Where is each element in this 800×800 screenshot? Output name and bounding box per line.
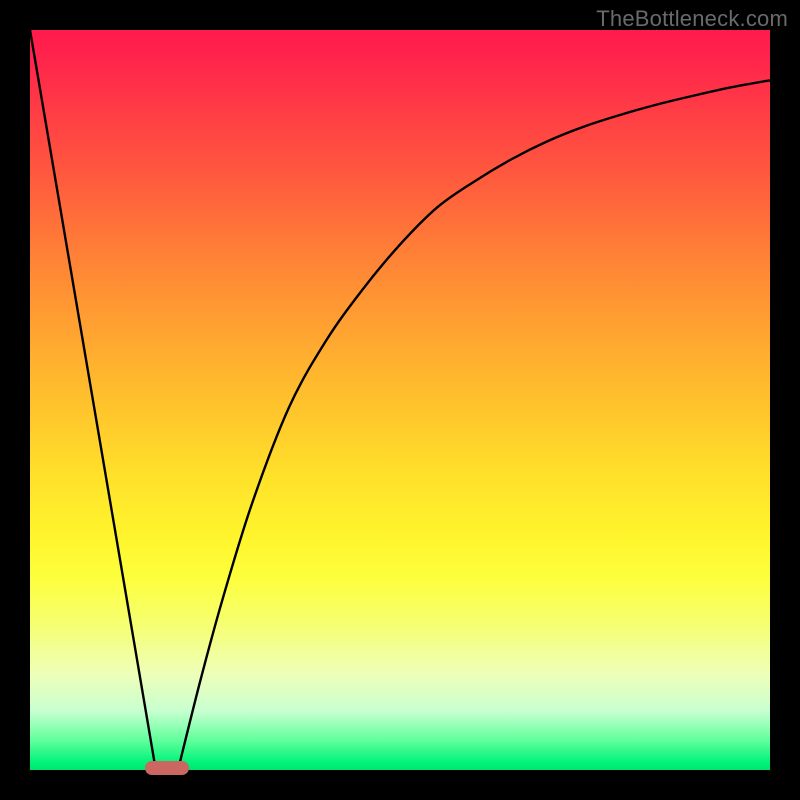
watermark-text: TheBottleneck.com [596,6,788,32]
bottleneck-curve [30,30,770,770]
chart-frame: TheBottleneck.com [0,0,800,800]
optimal-marker [145,761,189,775]
plot-area [30,30,770,770]
curve-layer [30,30,770,770]
